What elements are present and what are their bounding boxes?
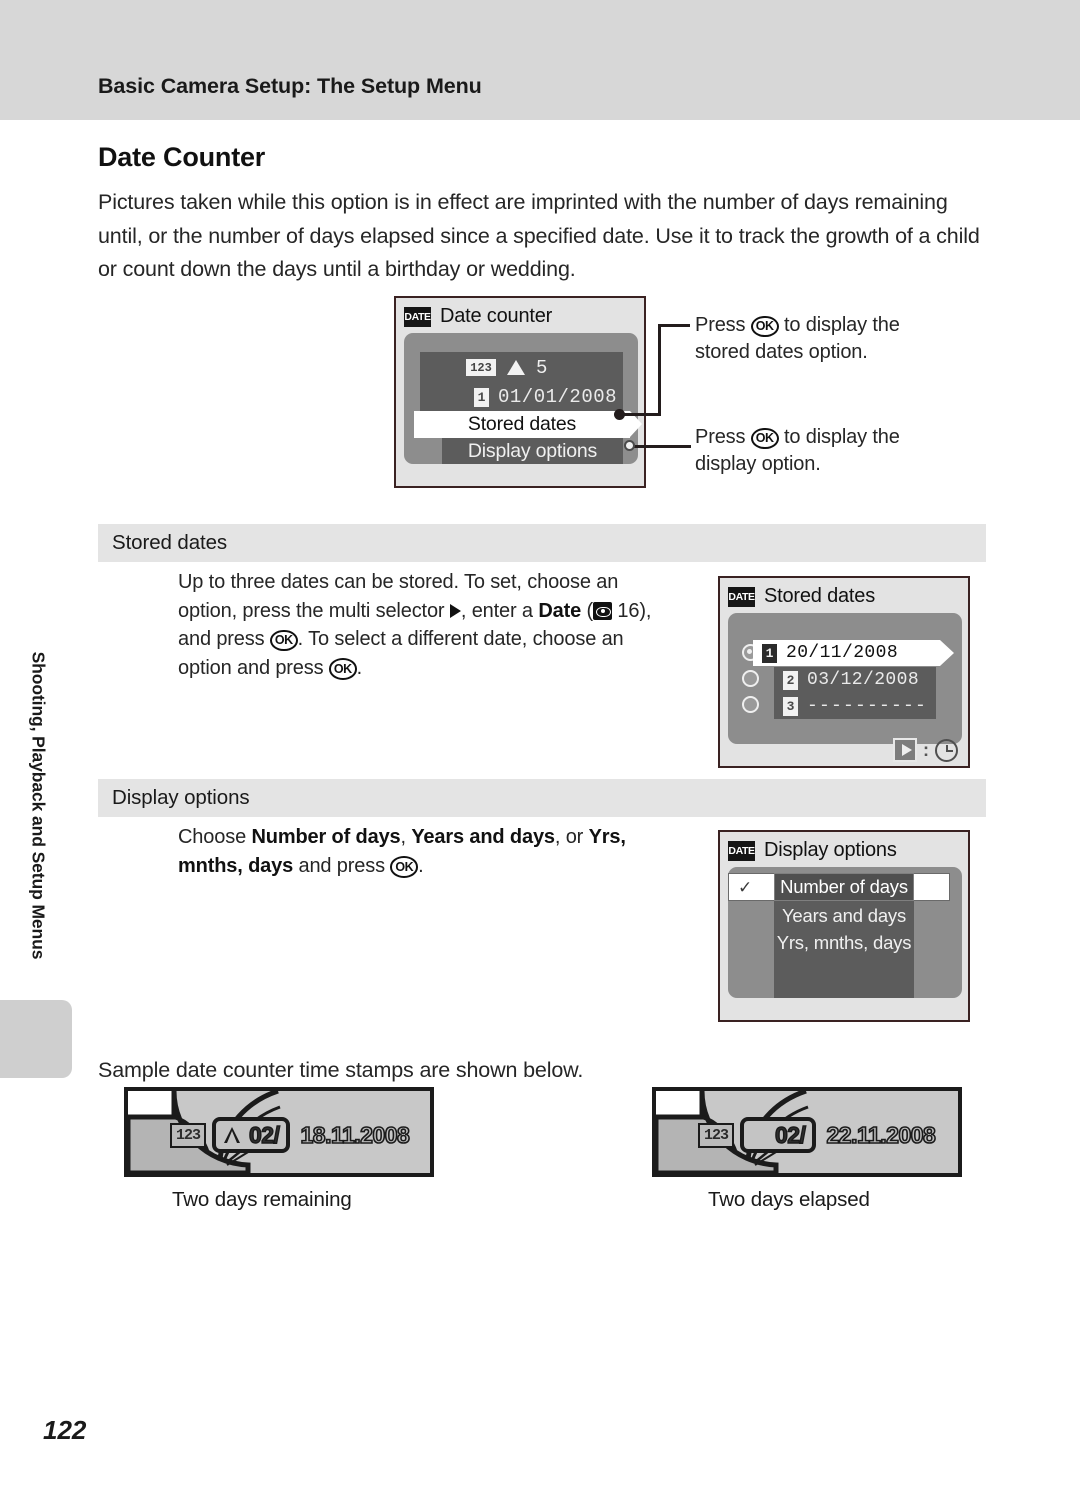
timestamp-days-value: 02/ (248, 1121, 280, 1148)
multi-selector-right-icon (893, 738, 917, 762)
ok-button-icon: OK (269, 629, 298, 651)
slot-number-icon: 1 (762, 643, 777, 663)
callout-stored-dates: Press OK to display the stored dates opt… (695, 312, 955, 366)
sample-timestamp-elapsed: 123 02/ 22.11.2008 (698, 1117, 937, 1153)
stored-date-value-1: 20/11/2008 (786, 643, 899, 663)
timestamp-days-value: 02/ (774, 1121, 806, 1148)
sample-photo-elapsed: 123 02/ 22.11.2008 (652, 1087, 962, 1177)
callout-2-prefix: Press (695, 426, 746, 448)
sample-intro-line: Sample date counter time stamps are show… (98, 1058, 584, 1082)
triangle-up-icon (507, 360, 525, 375)
checkmark-icon: ✓ (738, 878, 753, 897)
display-option-number-of-days[interactable]: Number of days (774, 873, 914, 901)
sample-photo-remaining: 123 02/ 18.11.2008 (124, 1087, 434, 1177)
slot-number-icon: 2 (783, 670, 798, 690)
callout-1-prefix: Press (695, 314, 746, 336)
display-opt2-bold: Years and days (411, 826, 555, 848)
timestamp-date-value: 18.11.2008 (300, 1121, 411, 1149)
date-badge-icon: DATE (404, 306, 431, 327)
intro-paragraph: Pictures taken while this option is in e… (98, 190, 980, 281)
ok-button-icon: OK (328, 658, 357, 680)
section-header-display-options: Display options (98, 779, 986, 817)
sample-timestamp-remaining: 123 02/ 18.11.2008 (170, 1117, 411, 1153)
slot-date-value: 01/01/2008 (498, 386, 618, 408)
ok-button-icon: OK (750, 315, 779, 337)
stored-date-value-2: 03/12/2008 (807, 670, 920, 690)
screen-stored-dates: DATE Stored dates 1 20/11/2008 2 03/12/2… (718, 576, 970, 768)
page-number: 122 (43, 1415, 87, 1445)
sample-caption-remaining: Two days remaining (172, 1188, 352, 1211)
screen-stored-dates-titlebar: DATE Stored dates (728, 585, 875, 608)
display-opt1-bold: Number of days (251, 826, 401, 848)
manual-page: Basic Camera Setup: The Setup Menu Shoot… (0, 0, 1080, 1486)
running-header-bar (0, 0, 1080, 120)
callout-dot-display (624, 440, 635, 451)
radio-slot-2[interactable] (742, 670, 759, 687)
callout-leader-display (633, 445, 691, 448)
stored-date-row-1[interactable]: 1 20/11/2008 (753, 640, 954, 666)
radio-slot-3[interactable] (742, 696, 759, 713)
days-count-value: 5 (536, 356, 548, 379)
sample-caption-elapsed: Two days elapsed (708, 1188, 870, 1211)
screen-stored-dates-body: 1 20/11/2008 2 03/12/2008 3 ---------- (728, 613, 962, 744)
screen-display-options-body: ✓ Number of days Years and days Yrs, mnt… (728, 867, 962, 998)
clock-icon (935, 738, 958, 762)
screen-stored-dates-title: Stored dates (764, 585, 876, 607)
stored-date-row-3[interactable]: 3 ---------- (774, 693, 936, 719)
slot-number-icon: 3 (783, 696, 798, 716)
display-body-prefix: Choose (178, 826, 247, 848)
see-reference-icon (593, 601, 612, 620)
section-body-display-options: Choose Number of days, Years and days, o… (178, 826, 626, 878)
callout-leader-stored (620, 413, 661, 416)
callout-leader-vertical (658, 326, 661, 416)
days-count-icon: 123 (466, 359, 496, 376)
triangle-up-icon (223, 1126, 241, 1144)
screen-date-counter-title: Date counter (440, 305, 553, 327)
section-header-stored-dates-label: Stored dates (112, 531, 228, 554)
menu-item-display-options[interactable]: Display options (442, 438, 623, 464)
screen-display-options-title: Display options (764, 839, 897, 861)
side-tab-label: Shooting, Playback and Setup Menus (28, 651, 49, 960)
stored-date-row-2[interactable]: 2 03/12/2008 (774, 667, 936, 693)
callout-display-option: Press OK to display the display option. (695, 424, 955, 478)
section-header-display-options-label: Display options (112, 786, 250, 809)
display-option-years-and-days[interactable]: Years and days (774, 902, 914, 930)
screen-date-counter-body: 123 5 1 01/01/2008 Stored dates Display … (404, 333, 642, 464)
running-header-title: Basic Camera Setup: The Setup Menu (98, 74, 482, 98)
display-body-suffix: and press (298, 854, 385, 877)
footer-colon: : (923, 739, 929, 760)
timestamp-date-value: 22.11.2008 (826, 1121, 937, 1149)
ok-button-icon: OK (390, 856, 419, 878)
section-header-stored-dates: Stored dates (98, 524, 986, 562)
ok-button-icon: OK (750, 427, 779, 449)
screen-stored-dates-footer: : (893, 738, 958, 762)
slot-number-icon: 1 (474, 387, 489, 407)
stored-body-mid: , enter a (460, 599, 533, 622)
timestamp-days-box: 02/ (740, 1117, 817, 1153)
days-count-icon: 123 (170, 1122, 206, 1148)
side-tab-block (0, 1000, 72, 1078)
screen-display-options-titlebar: DATE Display options (728, 839, 897, 862)
menu-item-stored-dates[interactable]: Stored dates (414, 411, 642, 438)
screen-date-counter: DATE Date counter 123 5 1 01/01/2008 Sto… (394, 296, 646, 488)
stored-body-date-bold: Date (538, 599, 582, 622)
display-body-or: , or (554, 826, 584, 848)
multi-selector-right-icon (449, 603, 461, 618)
screen-display-options: DATE Display options ✓ Number of days Ye… (718, 830, 970, 1022)
section-body-stored-dates: Up to three dates can be stored. To set,… (178, 571, 652, 680)
date-badge-icon: DATE (728, 586, 755, 607)
callout-dot-stored (614, 409, 625, 420)
screen-date-counter-titlebar: DATE Date counter (404, 305, 552, 328)
date-counter-date-row: 1 01/01/2008 (420, 383, 623, 411)
date-badge-icon: DATE (728, 840, 755, 861)
days-count-icon: 123 (698, 1122, 734, 1148)
timestamp-days-box: 02/ (212, 1117, 291, 1153)
display-option-yrs-mnths-days[interactable]: Yrs, mnths, days (774, 929, 914, 957)
date-counter-preview-row: 123 5 (420, 352, 623, 383)
page-title: Date Counter (98, 142, 266, 172)
callout-leader-top (658, 324, 690, 327)
stored-date-value-3: ---------- (807, 696, 928, 716)
